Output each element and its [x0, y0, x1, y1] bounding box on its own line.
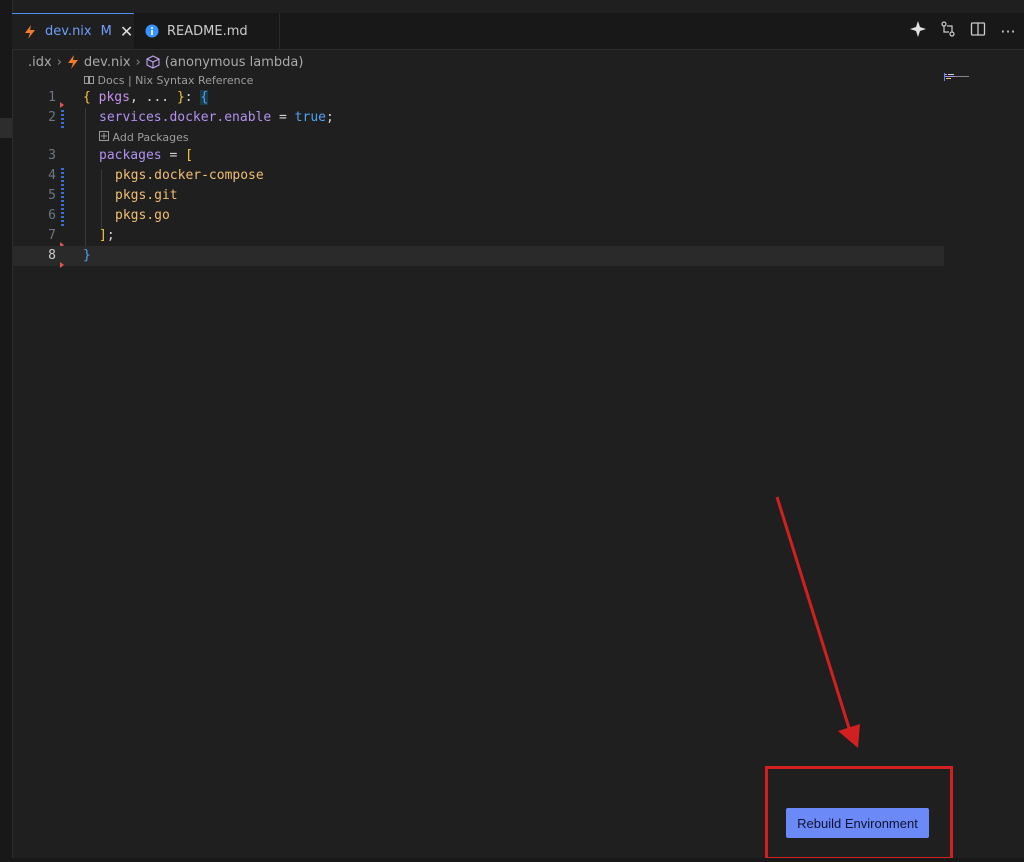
rebuild-environment-button[interactable]: Rebuild Environment — [786, 808, 929, 838]
status-bar-edge — [0, 858, 1024, 862]
annotation-arrow — [775, 496, 860, 748]
